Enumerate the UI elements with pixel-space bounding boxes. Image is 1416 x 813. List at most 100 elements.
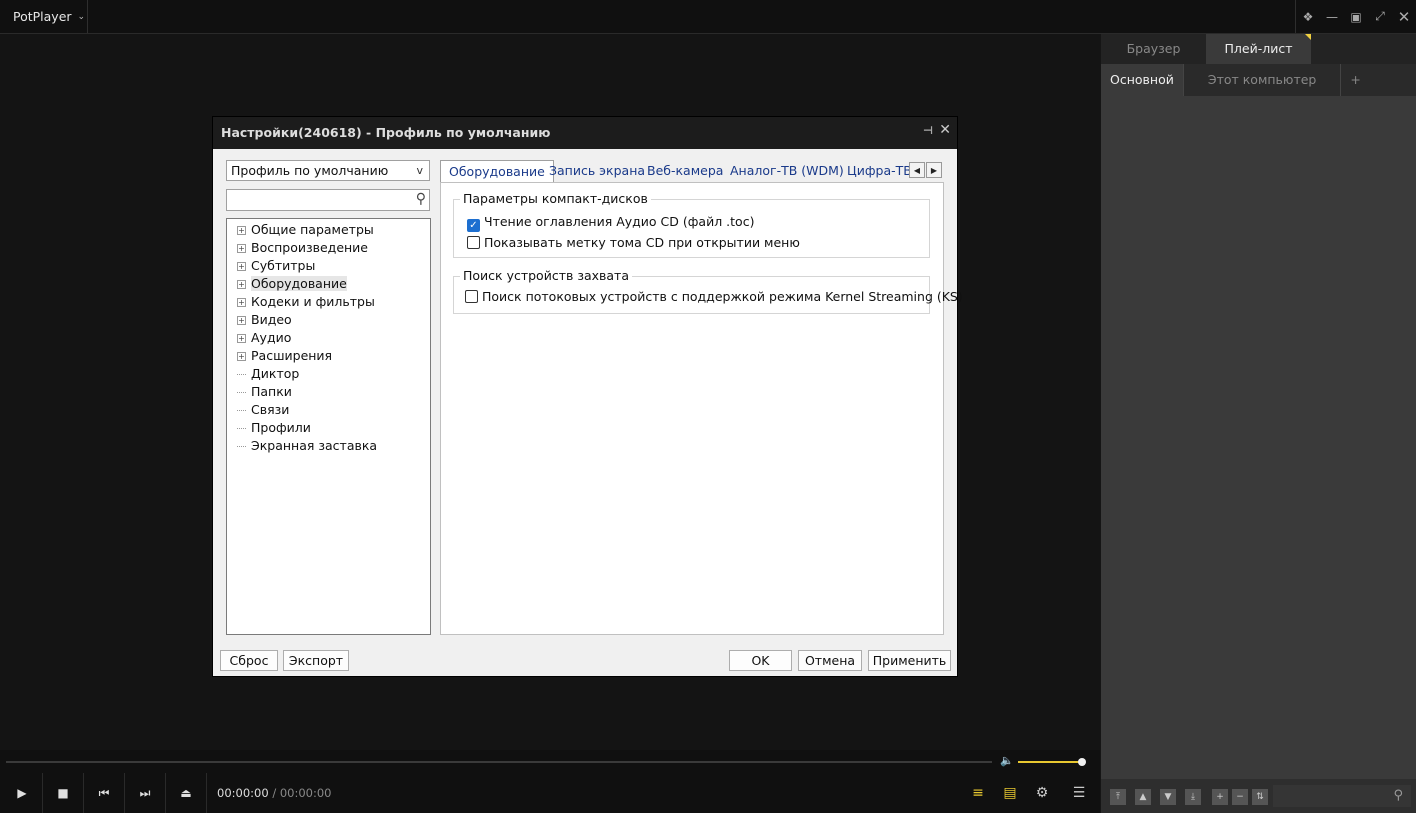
previous-button[interactable]: ⏮ <box>84 773 125 813</box>
tab-scroll-right-icon[interactable]: ▶ <box>926 162 942 178</box>
expand-icon[interactable]: + <box>237 334 246 343</box>
time-separator: / <box>272 786 277 800</box>
tab-analog-tv[interactable]: Аналог-ТВ (WDM) <box>722 160 852 182</box>
tree-item-video[interactable]: + Видео <box>237 311 292 329</box>
expand-icon[interactable]: + <box>237 226 246 235</box>
next-button[interactable]: ⏭ <box>125 773 166 813</box>
eject-button[interactable]: ⏏ <box>166 773 207 813</box>
control-right-icons: ≡ ▤ ⚙ ☰ <box>962 773 1100 813</box>
close-icon[interactable]: ✕ <box>939 122 951 138</box>
seek-bar[interactable] <box>6 761 992 763</box>
profile-dropdown[interactable]: Профиль по умолчанию v <box>226 160 430 181</box>
kernel-streaming-checkbox[interactable]: Поиск потоковых устройств с поддержкой р… <box>465 289 963 305</box>
volume-slider[interactable] <box>1018 761 1082 763</box>
tree-item-audio[interactable]: + Аудио <box>237 329 291 347</box>
settings-tree: + Общие параметры + Воспроизведение + Субти… <box>226 218 431 635</box>
chevron-down-icon: ⌄ <box>77 11 86 22</box>
reset-button[interactable]: Сброс <box>220 650 278 671</box>
tab-webcam[interactable]: Веб-камера <box>639 160 731 182</box>
tree-item-associations[interactable]: Связи <box>237 401 289 419</box>
show-cd-label-checkbox[interactable]: Показывать метку тома CD при открытии ме… <box>467 235 800 251</box>
group-label: Поиск устройств захвата <box>460 268 632 283</box>
playlist-search-input[interactable]: ⚲ <box>1273 785 1411 807</box>
maximize-icon[interactable]: ▣ <box>1344 10 1368 24</box>
previous-icon: ⏮ <box>98 785 110 800</box>
tree-item-profiles[interactable]: Профили <box>237 419 311 437</box>
tree-item-extensions[interactable]: + Расширения <box>237 347 332 365</box>
apply-button[interactable]: Применить <box>868 650 951 671</box>
pin-icon[interactable]: ⊣ <box>923 124 933 137</box>
profile-value: Профиль по умолчанию <box>231 163 389 178</box>
playlist-toolbar: ⤒ ▲ ▼ ⤓ + − ⇅ ⚲ <box>1101 779 1416 813</box>
app-menu-button[interactable]: PotPlayer ⌄ <box>0 0 88 33</box>
expand-icon[interactable]: + <box>237 262 246 271</box>
title-bar: PotPlayer ⌄ ❖ — ▣ ⤢ ✕ <box>0 0 1416 34</box>
control-bar: ▶ ■ ⏮ ⏭ ⏏ 00:00:00 / 00:00:00 ≡ ▤ ⚙ ☰ <box>0 773 1100 813</box>
seek-row: 🔈 <box>0 750 1100 773</box>
tab-hardware[interactable]: Оборудование <box>440 160 554 184</box>
close-icon[interactable]: ✕ <box>1392 8 1416 26</box>
stop-button[interactable]: ■ <box>43 773 84 813</box>
tree-item-general[interactable]: + Общие параметры <box>237 221 374 239</box>
tree-item-screensaver[interactable]: Экранная заставка <box>237 437 377 455</box>
app-name: PotPlayer <box>13 9 72 24</box>
playlist-panel: Браузер Плей-лист Основной Этот компьюте… <box>1101 34 1416 779</box>
settings-search-input[interactable]: ⚲ <box>226 189 430 211</box>
next-icon: ⏭ <box>139 785 151 800</box>
tree-item-narrator[interactable]: Диктор <box>237 365 299 383</box>
expand-icon[interactable]: + <box>237 352 246 361</box>
window-controls: ❖ — ▣ ⤢ ✕ <box>1295 0 1416 33</box>
add-item-icon[interactable]: + <box>1212 789 1228 805</box>
subtab-main[interactable]: Основной <box>1101 64 1184 96</box>
gear-icon[interactable]: ⚙ <box>1026 773 1058 813</box>
tree-item-hardware[interactable]: + Оборудование <box>237 275 347 293</box>
tab-digital-tv[interactable]: Цифра-ТВ <box>839 160 920 182</box>
sort-icon[interactable]: ⇅ <box>1252 789 1268 805</box>
move-bottom-icon[interactable]: ⤓ <box>1185 789 1201 805</box>
tab-scroll-left-icon[interactable]: ◀ <box>909 162 925 178</box>
subtitle-icon[interactable]: ▤ <box>994 773 1026 813</box>
eject-icon: ⏏ <box>180 786 192 800</box>
expand-icon[interactable]: + <box>237 280 246 289</box>
tree-item-folders[interactable]: Папки <box>237 383 292 401</box>
time-display: 00:00:00 / 00:00:00 <box>217 773 332 813</box>
tree-item-playback[interactable]: + Воспроизведение <box>237 239 368 257</box>
cancel-button[interactable]: Отмена <box>798 650 862 671</box>
playlist-list[interactable] <box>1101 96 1416 779</box>
read-toc-checkbox[interactable]: ✓ Чтение оглавления Аудио CD (файл .toc) <box>467 214 754 232</box>
move-up-icon[interactable]: ▲ <box>1135 789 1151 805</box>
group-label: Параметры компакт-дисков <box>460 191 651 206</box>
pin-icon[interactable]: ❖ <box>1296 10 1320 24</box>
export-button[interactable]: Экспорт <box>283 650 349 671</box>
play-button[interactable]: ▶ <box>2 773 43 813</box>
search-icon: ⚲ <box>1393 788 1403 803</box>
volume-icon[interactable]: 🔈 <box>1000 754 1014 767</box>
expand-icon[interactable]: + <box>237 298 246 307</box>
tab-screen-record[interactable]: Запись экрана <box>541 160 653 182</box>
tree-item-codecs[interactable]: + Кодеки и фильтры <box>237 293 375 311</box>
ok-button[interactable]: OK <box>729 650 792 671</box>
settings-tabs: Оборудование Запись экрана Веб-камера Ан… <box>440 160 946 184</box>
expand-icon[interactable]: + <box>237 316 246 325</box>
add-tab-button[interactable]: + <box>1341 64 1369 96</box>
capture-search-group: Поиск устройств захвата Поиск потоковых … <box>453 268 963 314</box>
stop-icon: ■ <box>57 786 69 800</box>
playlist-search-icon[interactable]: ≡ <box>962 773 994 813</box>
search-icon: ⚲ <box>415 191 426 207</box>
move-top-icon[interactable]: ⤒ <box>1110 789 1126 805</box>
dialog-title-bar: Настройки(240618) - Профиль по умолчанию… <box>213 117 957 149</box>
dialog-title: Настройки(240618) - Профиль по умолчанию <box>221 125 551 140</box>
menu-icon[interactable]: ☰ <box>1058 773 1100 813</box>
subtab-this-computer[interactable]: Этот компьютер <box>1184 64 1342 96</box>
remove-item-icon[interactable]: − <box>1232 789 1248 805</box>
fullscreen-icon[interactable]: ⤢ <box>1368 9 1392 24</box>
hardware-panel: Параметры компакт-дисков ✓ Чтение оглавле… <box>440 182 963 635</box>
minimize-icon[interactable]: — <box>1320 10 1344 24</box>
volume-knob[interactable] <box>1078 758 1086 766</box>
cd-params-group: Параметры компакт-дисков ✓ Чтение оглавле… <box>453 191 930 258</box>
expand-icon[interactable]: + <box>237 244 246 253</box>
move-down-icon[interactable]: ▼ <box>1160 789 1176 805</box>
tab-playlist[interactable]: Плей-лист <box>1206 34 1311 64</box>
tab-browser[interactable]: Браузер <box>1101 34 1206 64</box>
tree-item-subtitles[interactable]: + Субтитры <box>237 257 315 275</box>
